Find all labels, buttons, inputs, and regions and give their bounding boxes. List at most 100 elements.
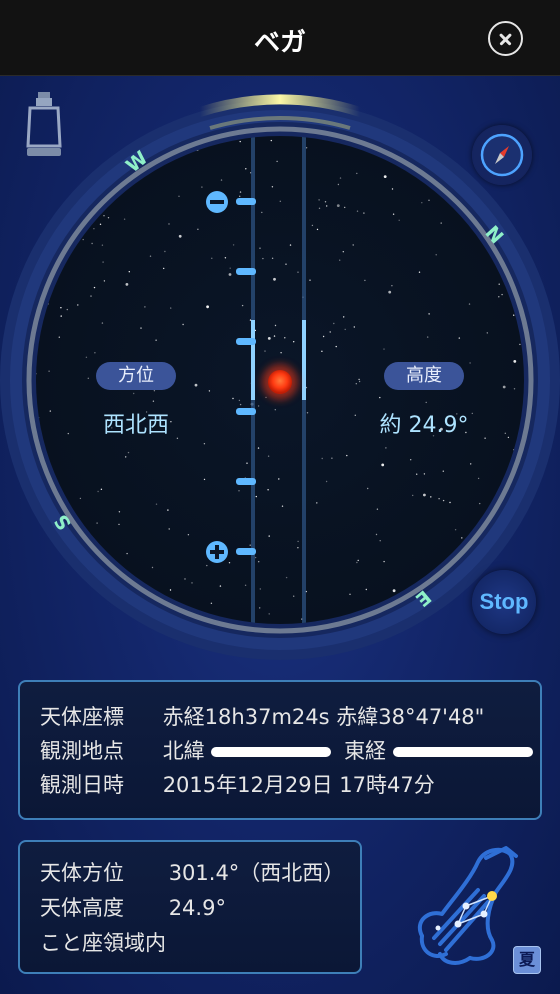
- star-point: [125, 283, 129, 286]
- object-azimuth-row: 天体方位 301.4°（西北西）: [40, 856, 360, 891]
- star-point: [293, 341, 295, 343]
- star-point: [93, 286, 96, 289]
- star-point: [170, 307, 172, 309]
- zoom-out-button: [206, 191, 228, 213]
- star-point: [126, 552, 128, 555]
- star-point: [101, 322, 104, 324]
- star-point: [208, 390, 211, 392]
- star-point: [339, 177, 342, 179]
- star-point: [280, 352, 282, 354]
- star-point: [127, 451, 130, 454]
- star-point: [477, 477, 480, 480]
- star-point: [125, 456, 127, 458]
- star-point: [72, 188, 74, 191]
- star-point: [498, 283, 500, 285]
- star-point: [438, 498, 440, 500]
- star-point: [238, 490, 240, 492]
- star-point: [410, 459, 412, 461]
- star-point: [344, 206, 346, 209]
- object-altitude-value: 24.9°: [168, 896, 226, 920]
- star-point: [508, 211, 510, 213]
- star-point: [239, 191, 242, 193]
- star-point: [412, 494, 414, 497]
- star-point: [224, 257, 227, 259]
- object-info-panel: 天体方位 301.4°（西北西） 天体高度 24.9° こと座領域内: [18, 840, 362, 974]
- star-point: [425, 401, 427, 404]
- star-point: [357, 559, 359, 562]
- star-point: [285, 263, 287, 265]
- stop-button[interactable]: Stop: [472, 570, 536, 634]
- star-point: [238, 399, 241, 402]
- star-point: [151, 566, 154, 569]
- star-point: [128, 271, 130, 273]
- star-point: [60, 315, 62, 317]
- star-point: [274, 324, 277, 327]
- star-point: [379, 540, 381, 542]
- star-point: [100, 141, 103, 143]
- star-point: [367, 487, 369, 490]
- star-point: [155, 339, 157, 341]
- star-point: [423, 473, 426, 475]
- star-point: [249, 544, 251, 546]
- star-point: [439, 615, 442, 618]
- star-point: [87, 377, 90, 379]
- star-point: [91, 242, 93, 245]
- star-point: [513, 360, 517, 363]
- star-point: [513, 388, 516, 390]
- star-point: [152, 400, 155, 402]
- star-point: [239, 403, 242, 406]
- star-point: [318, 199, 320, 201]
- season-badge: 夏: [513, 946, 541, 974]
- star-point: [191, 582, 193, 584]
- star-point: [164, 250, 166, 253]
- star-point: [116, 136, 119, 139]
- star-point: [273, 335, 276, 337]
- star-point: [241, 304, 244, 307]
- star-point: [262, 257, 264, 260]
- star-point: [90, 295, 92, 297]
- star-point: [423, 493, 426, 497]
- star-point: [58, 336, 60, 338]
- star-point: [187, 534, 190, 536]
- star-point: [335, 345, 337, 348]
- star-point: [505, 186, 507, 188]
- star-point: [47, 210, 49, 213]
- compass-button[interactable]: [472, 125, 532, 185]
- star-point: [168, 528, 170, 530]
- close-button[interactable]: [488, 21, 523, 56]
- star-point: [324, 201, 327, 203]
- star-point: [421, 202, 423, 204]
- star-point: [229, 267, 231, 269]
- star-point: [267, 489, 269, 491]
- target-star-dot: [268, 370, 292, 394]
- star-point: [416, 473, 418, 475]
- star-point: [270, 139, 272, 142]
- object-azimuth-value: 301.4°（西北西）: [168, 861, 345, 885]
- star-point: [273, 277, 276, 281]
- star-point: [94, 352, 96, 354]
- star-point: [392, 589, 396, 593]
- star-point: [519, 343, 521, 346]
- star-point: [178, 234, 182, 238]
- star-point: [107, 217, 110, 219]
- star-point: [149, 255, 152, 257]
- page-title: ベガ: [253, 28, 306, 58]
- star-point: [246, 462, 248, 464]
- star-point: [358, 378, 360, 381]
- star-point: [321, 457, 323, 460]
- star-point: [155, 503, 158, 505]
- star-point: [356, 561, 358, 564]
- star-point: [67, 432, 70, 435]
- star-point: [507, 551, 511, 555]
- star-point: [391, 285, 393, 287]
- star-point: [469, 362, 471, 364]
- star-point: [271, 186, 274, 188]
- star-point: [258, 561, 260, 563]
- star-point: [427, 336, 429, 338]
- star-point: [342, 251, 344, 253]
- star-point: [239, 195, 241, 197]
- star-point: [167, 509, 169, 511]
- star-point: [467, 158, 470, 160]
- star-point: [316, 502, 318, 504]
- datetime-label: 観測日時: [40, 773, 124, 797]
